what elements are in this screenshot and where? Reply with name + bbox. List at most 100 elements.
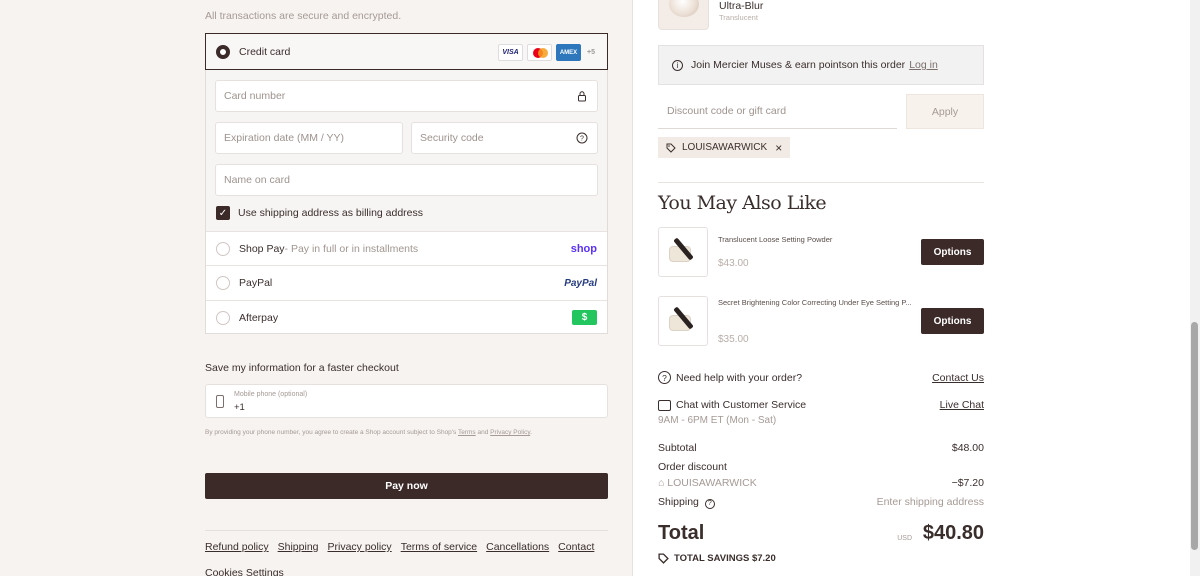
phone-value: +1 xyxy=(234,402,245,413)
recommendation-item: Secret Brightening Color Correcting Unde… xyxy=(658,296,984,348)
recommendation-price: $35.00 xyxy=(718,334,749,345)
expiry-placeholder: Expiration date (MM / YY) xyxy=(224,132,345,144)
tag-icon xyxy=(658,553,669,564)
order-discount-row: Order discount xyxy=(658,461,984,473)
name-on-card-input[interactable]: Name on card xyxy=(215,164,598,196)
info-icon: i xyxy=(672,59,683,71)
discount-placeholder: Discount code or gift card xyxy=(667,105,787,117)
shipping-help-icon[interactable]: ? xyxy=(704,498,715,509)
support-hours: 9AM - 6PM ET (Mon - Sat) xyxy=(658,415,777,426)
checkbox-checked[interactable]: ✓ xyxy=(216,206,230,220)
more-cards-label: +5 xyxy=(587,49,595,56)
pay-now-button[interactable]: Pay now xyxy=(205,473,608,499)
recommendations-title: You May Also Like xyxy=(658,192,827,214)
discount-value: −$7.20 xyxy=(951,477,984,489)
security-code-placeholder: Security code xyxy=(420,132,484,144)
shop-pay-option[interactable]: Shop Pay - Pay in full or in installment… xyxy=(206,231,607,265)
chat-icon xyxy=(658,399,671,411)
chat-text: Chat with Customer Service xyxy=(676,399,807,411)
need-help-text: Need help with your order? xyxy=(676,371,803,384)
afterpay-label: Afterpay xyxy=(239,311,279,324)
order-discount-label: Order discount xyxy=(658,461,727,473)
card-form: Card number Expiration date (MM / YY) Se… xyxy=(206,70,607,231)
shipping-label: Shipping xyxy=(658,496,699,508)
payment-column: All transactions are secure and encrypte… xyxy=(0,0,632,576)
footer-link-shipping[interactable]: Shipping xyxy=(278,541,319,553)
visa-icon: VISA xyxy=(498,44,523,61)
expiry-input[interactable]: Expiration date (MM / YY) xyxy=(215,122,403,154)
privacy-link[interactable]: Privacy Policy xyxy=(490,429,530,436)
help-row: ? Need help with your order? Contact Us xyxy=(658,371,984,384)
card-number-placeholder: Card number xyxy=(224,90,286,102)
login-link[interactable]: Log in xyxy=(909,59,938,71)
paypal-radio[interactable] xyxy=(216,276,230,290)
currency-label: USD xyxy=(897,535,912,542)
shop-pay-logo: shop xyxy=(570,242,597,255)
cookie-settings-link[interactable]: Cookies Settings xyxy=(205,567,284,576)
remove-discount-icon[interactable]: × xyxy=(775,141,782,155)
payment-methods: Credit card VISA AMEX +5 Card number Exp… xyxy=(205,33,608,334)
footer-link-cancellations[interactable]: Cancellations xyxy=(486,541,549,553)
scrollbar[interactable] xyxy=(1190,0,1200,576)
billing-same-label: Use shipping address as billing address xyxy=(238,207,424,219)
mastercard-icon xyxy=(527,44,552,61)
card-number-input[interactable]: Card number xyxy=(215,80,598,112)
legal-suffix: . xyxy=(530,429,532,436)
secure-note: All transactions are secure and encrypte… xyxy=(205,10,402,22)
footer-divider xyxy=(205,530,608,531)
tag-icon: ⌂ xyxy=(658,477,665,489)
credit-card-option[interactable]: Credit card VISA AMEX +5 xyxy=(205,33,608,70)
section-divider xyxy=(658,182,984,183)
recommendation-name[interactable]: Secret Brightening Color Correcting Unde… xyxy=(718,296,918,310)
lock-icon xyxy=(578,91,586,102)
shop-pay-radio[interactable] xyxy=(216,241,230,256)
footer-link-terms[interactable]: Terms of service xyxy=(401,541,477,553)
recommendation-name[interactable]: Translucent Loose Setting Powder xyxy=(718,233,918,247)
help-icon[interactable]: ? xyxy=(576,132,588,144)
afterpay-radio[interactable] xyxy=(216,310,230,325)
tag-icon xyxy=(666,143,676,153)
total-value: $40.80 xyxy=(922,522,984,544)
options-button[interactable]: Options xyxy=(921,239,984,265)
legal-and: and xyxy=(475,429,491,436)
shipping-row: Shipping ? Enter shipping address xyxy=(658,496,984,509)
apply-button[interactable]: Apply xyxy=(906,94,984,129)
paypal-option[interactable]: PayPal PayPal xyxy=(206,265,607,300)
svg-text:?: ? xyxy=(580,136,584,143)
terms-link[interactable]: Terms xyxy=(458,429,476,436)
recommendation-thumbnail[interactable] xyxy=(658,227,708,277)
applied-discount-chip: LOUISAWARWICK × xyxy=(658,137,791,158)
credit-card-radio[interactable] xyxy=(216,44,230,59)
billing-same-checkbox-row[interactable]: ✓ Use shipping address as billing addres… xyxy=(216,206,423,220)
loyalty-banner: i Join Mercier Muses & earn pointson thi… xyxy=(658,45,984,85)
subtotal-row: Subtotal $48.00 xyxy=(658,442,984,454)
security-code-input[interactable]: Security code ? xyxy=(411,122,598,154)
contact-us-link[interactable]: Contact Us xyxy=(932,372,984,384)
scrollbar-thumb[interactable] xyxy=(1191,322,1198,550)
recommendation-price: $43.00 xyxy=(718,258,749,269)
order-summary-column: Ultra-Blur Translucent i Join Mercier Mu… xyxy=(632,0,1200,576)
loyalty-text: Join Mercier Muses & earn pointson this … xyxy=(691,59,906,71)
afterpay-option[interactable]: Afterpay $ xyxy=(206,300,607,334)
question-icon: ? xyxy=(658,371,671,384)
phone-icon xyxy=(216,395,224,408)
live-chat-link[interactable]: Live Chat xyxy=(940,399,984,411)
footer-link-contact[interactable]: Contact xyxy=(558,541,594,553)
savings-label: TOTAL SAVINGS xyxy=(674,553,750,564)
name-on-card-placeholder: Name on card xyxy=(224,174,290,186)
shop-pay-sub: - Pay in full or in installments xyxy=(284,242,419,255)
mobile-phone-input[interactable]: Mobile phone (optional) +1 xyxy=(205,384,608,418)
product-variant: Translucent xyxy=(719,13,758,22)
footer-link-refund[interactable]: Refund policy xyxy=(205,541,269,553)
total-savings: TOTAL SAVINGS $7.20 xyxy=(658,553,776,564)
recommendation-thumbnail[interactable] xyxy=(658,296,708,346)
paypal-label: PayPal xyxy=(239,277,273,289)
footer-link-privacy[interactable]: Privacy policy xyxy=(328,541,392,553)
savings-value: $7.20 xyxy=(751,553,776,564)
credit-card-label: Credit card xyxy=(239,45,291,58)
options-button[interactable]: Options xyxy=(921,308,984,334)
discount-code-input[interactable]: Discount code or gift card xyxy=(658,94,897,129)
paypal-logo: PayPal xyxy=(564,277,597,289)
save-info-title: Save my information for a faster checkou… xyxy=(205,362,399,374)
subtotal-value: $48.00 xyxy=(951,442,984,454)
